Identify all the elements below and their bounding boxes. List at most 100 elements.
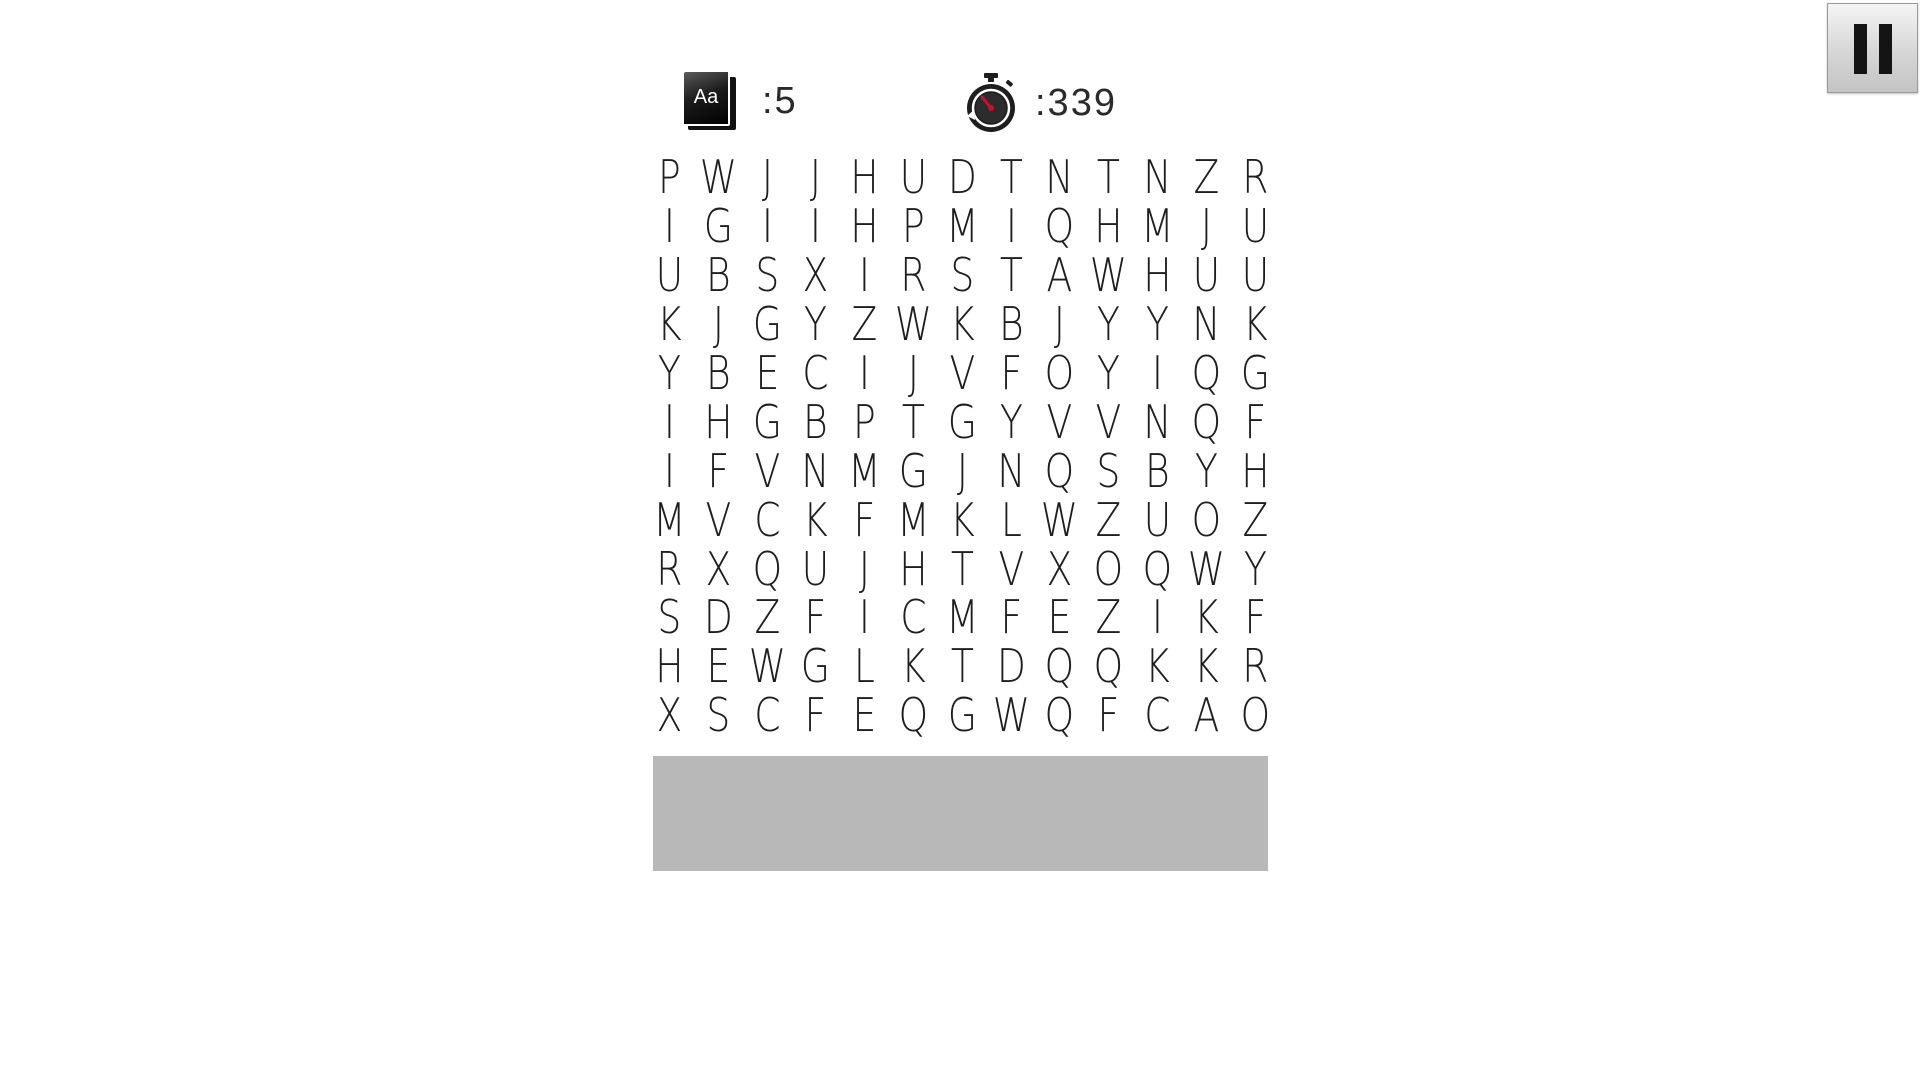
- letter-cell[interactable]: C: [747, 493, 787, 547]
- letter-cell[interactable]: I: [845, 346, 885, 400]
- letter-cell[interactable]: U: [1235, 199, 1275, 253]
- letter-cell[interactable]: W: [893, 297, 933, 351]
- letter-cell[interactable]: V: [991, 542, 1031, 596]
- letter-cell[interactable]: F: [1089, 688, 1129, 742]
- letter-cell[interactable]: N: [1040, 150, 1080, 204]
- letter-cell[interactable]: H: [845, 150, 885, 204]
- letter-cell[interactable]: K: [1186, 639, 1226, 693]
- letter-cell[interactable]: I: [649, 395, 689, 449]
- letter-cell[interactable]: Q: [893, 688, 933, 742]
- letter-cell[interactable]: Y: [991, 395, 1031, 449]
- letter-cell[interactable]: I: [796, 199, 836, 253]
- letter-cell[interactable]: S: [649, 590, 689, 644]
- letter-cell[interactable]: X: [796, 248, 836, 302]
- letter-cell[interactable]: V: [1040, 395, 1080, 449]
- letter-cell[interactable]: F: [1235, 395, 1275, 449]
- letter-cell[interactable]: Z: [1089, 493, 1129, 547]
- letter-cell[interactable]: M: [893, 493, 933, 547]
- letter-cell[interactable]: G: [893, 444, 933, 498]
- letter-cell[interactable]: A: [1040, 248, 1080, 302]
- letter-cell[interactable]: H: [893, 542, 933, 596]
- letter-cell[interactable]: D: [698, 590, 738, 644]
- letter-cell[interactable]: T: [893, 395, 933, 449]
- letter-cell[interactable]: S: [747, 248, 787, 302]
- letter-cell[interactable]: F: [845, 493, 885, 547]
- letter-cell[interactable]: J: [747, 150, 787, 204]
- letter-cell[interactable]: U: [649, 248, 689, 302]
- letter-cell[interactable]: Y: [649, 346, 689, 400]
- letter-cell[interactable]: Q: [747, 542, 787, 596]
- letter-cell[interactable]: Q: [1186, 395, 1226, 449]
- letter-cell[interactable]: C: [893, 590, 933, 644]
- letter-cell[interactable]: F: [991, 590, 1031, 644]
- letter-cell[interactable]: J: [1186, 199, 1226, 253]
- letter-cell[interactable]: R: [1235, 639, 1275, 693]
- letter-cell[interactable]: L: [845, 639, 885, 693]
- letter-cell[interactable]: J: [942, 444, 982, 498]
- letter-cell[interactable]: D: [991, 639, 1031, 693]
- letter-grid[interactable]: PWJJHUDTNTNZRIGIIHPMIQHMJUUBSXIRSTAWHUUK…: [645, 150, 1270, 742]
- letter-cell[interactable]: F: [796, 590, 836, 644]
- letter-cell[interactable]: N: [1137, 150, 1177, 204]
- letter-cell[interactable]: X: [649, 688, 689, 742]
- letter-cell[interactable]: Y: [1137, 297, 1177, 351]
- letter-cell[interactable]: I: [1137, 346, 1177, 400]
- letter-cell[interactable]: B: [1137, 444, 1177, 498]
- letter-cell[interactable]: Z: [1089, 590, 1129, 644]
- letter-cell[interactable]: V: [1089, 395, 1129, 449]
- letter-cell[interactable]: V: [747, 444, 787, 498]
- letter-cell[interactable]: T: [991, 248, 1031, 302]
- letter-cell[interactable]: H: [845, 199, 885, 253]
- letter-cell[interactable]: W: [698, 150, 738, 204]
- letter-cell[interactable]: J: [1040, 297, 1080, 351]
- letter-cell[interactable]: P: [649, 150, 689, 204]
- letter-cell[interactable]: B: [698, 248, 738, 302]
- letter-cell[interactable]: R: [1235, 150, 1275, 204]
- letter-cell[interactable]: V: [698, 493, 738, 547]
- letter-cell[interactable]: K: [649, 297, 689, 351]
- letter-cell[interactable]: G: [1235, 346, 1275, 400]
- letter-cell[interactable]: I: [649, 199, 689, 253]
- letter-cell[interactable]: H: [1137, 248, 1177, 302]
- letter-cell[interactable]: P: [893, 199, 933, 253]
- letter-cell[interactable]: J: [893, 346, 933, 400]
- letter-cell[interactable]: U: [796, 542, 836, 596]
- letter-cell[interactable]: G: [942, 395, 982, 449]
- letter-cell[interactable]: R: [893, 248, 933, 302]
- letter-cell[interactable]: E: [1040, 590, 1080, 644]
- letter-cell[interactable]: J: [698, 297, 738, 351]
- letter-cell[interactable]: I: [991, 199, 1031, 253]
- letter-cell[interactable]: M: [942, 199, 982, 253]
- letter-cell[interactable]: L: [991, 493, 1031, 547]
- letter-cell[interactable]: T: [1089, 150, 1129, 204]
- letter-cell[interactable]: Z: [747, 590, 787, 644]
- letter-cell[interactable]: W: [1040, 493, 1080, 547]
- letter-cell[interactable]: F: [1235, 590, 1275, 644]
- letter-cell[interactable]: I: [845, 590, 885, 644]
- letter-cell[interactable]: Y: [1235, 542, 1275, 596]
- letter-cell[interactable]: K: [1137, 639, 1177, 693]
- letter-cell[interactable]: Y: [1186, 444, 1226, 498]
- letter-cell[interactable]: U: [1137, 493, 1177, 547]
- letter-cell[interactable]: K: [1235, 297, 1275, 351]
- letter-cell[interactable]: W: [991, 688, 1031, 742]
- letter-cell[interactable]: C: [796, 346, 836, 400]
- letter-cell[interactable]: U: [893, 150, 933, 204]
- letter-cell[interactable]: U: [1186, 248, 1226, 302]
- letter-cell[interactable]: B: [991, 297, 1031, 351]
- letter-cell[interactable]: F: [698, 444, 738, 498]
- letter-cell[interactable]: H: [649, 639, 689, 693]
- letter-cell[interactable]: Q: [1040, 688, 1080, 742]
- letter-cell[interactable]: I: [845, 248, 885, 302]
- letter-cell[interactable]: B: [796, 395, 836, 449]
- letter-cell[interactable]: V: [942, 346, 982, 400]
- letter-cell[interactable]: X: [698, 542, 738, 596]
- letter-cell[interactable]: N: [991, 444, 1031, 498]
- letter-cell[interactable]: K: [1186, 590, 1226, 644]
- letter-cell[interactable]: U: [1235, 248, 1275, 302]
- letter-cell[interactable]: W: [1186, 542, 1226, 596]
- letter-cell[interactable]: F: [796, 688, 836, 742]
- letter-cell[interactable]: Q: [1040, 199, 1080, 253]
- letter-cell[interactable]: Y: [1089, 297, 1129, 351]
- letter-cell[interactable]: M: [942, 590, 982, 644]
